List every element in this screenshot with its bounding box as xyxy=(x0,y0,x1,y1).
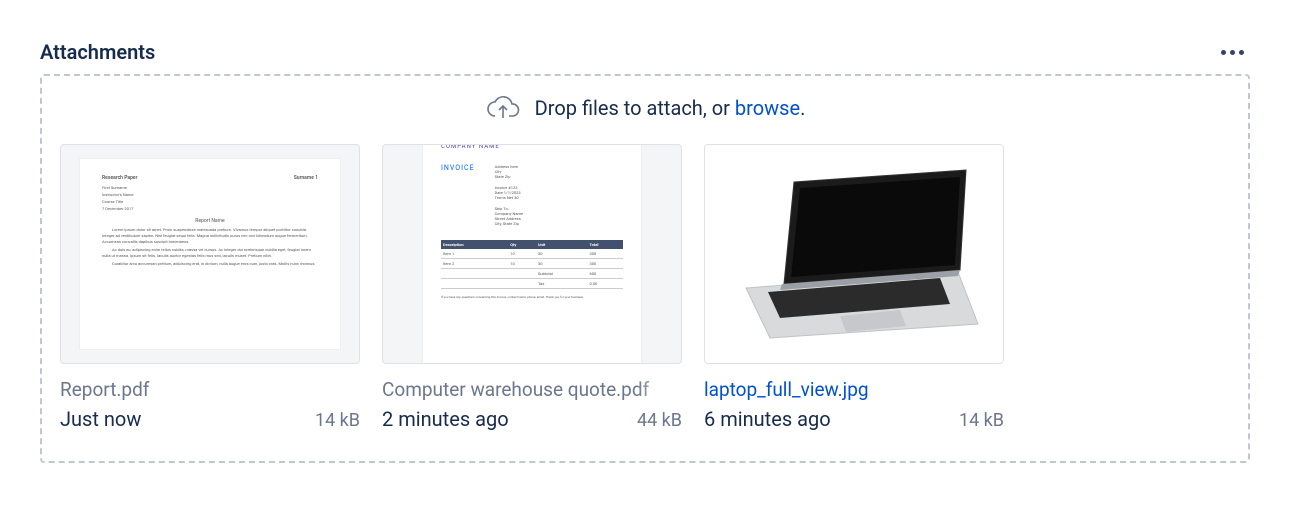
attachment-thumbnail[interactable]: COMPANY NAME INVOICE Address hereCitySta… xyxy=(382,144,682,364)
attachment-thumbnail[interactable] xyxy=(704,144,1004,364)
drop-hint-prefix: Drop files to attach, or xyxy=(535,96,735,120)
more-options-button[interactable] xyxy=(1215,44,1250,61)
attachment-time: Just now xyxy=(60,407,141,431)
attachment-time: 2 minutes ago xyxy=(382,407,509,431)
attachment-filename: Report.pdf xyxy=(60,378,360,401)
attachment-filename: Computer warehouse quote.pdf xyxy=(382,378,682,401)
attachment-thumbnail[interactable]: Research PaperSurname 1 First Surname In… xyxy=(60,144,360,364)
more-dot-icon xyxy=(1239,50,1244,55)
attachment-size: 14 kB xyxy=(959,410,1004,431)
attachment-size: 44 kB xyxy=(637,410,682,431)
attachments-dropzone[interactable]: Drop files to attach, or browse. Researc… xyxy=(40,74,1250,463)
invoice-preview: COMPANY NAME INVOICE Address hereCitySta… xyxy=(422,144,642,364)
attachment-cards: Research PaperSurname 1 First Surname In… xyxy=(60,144,1230,431)
drop-hint-text: Drop files to attach, or browse. xyxy=(535,96,806,120)
section-title: Attachments xyxy=(40,40,155,64)
attachment-card: COMPANY NAME INVOICE Address hereCitySta… xyxy=(382,144,682,431)
attachment-filename[interactable]: laptop_full_view.jpg xyxy=(704,378,1004,401)
attachment-size: 14 kB xyxy=(315,410,360,431)
attachment-card: laptop_full_view.jpg 6 minutes ago 14 kB xyxy=(704,144,1004,431)
laptop-photo-preview xyxy=(705,144,1003,364)
attachment-time: 6 minutes ago xyxy=(704,407,831,431)
more-dot-icon xyxy=(1221,50,1226,55)
document-preview: Research PaperSurname 1 First Surname In… xyxy=(80,159,340,349)
drop-hint: Drop files to attach, or browse. xyxy=(60,94,1230,122)
drop-hint-suffix: . xyxy=(800,96,805,120)
attachment-card: Research PaperSurname 1 First Surname In… xyxy=(60,144,360,431)
cloud-upload-icon xyxy=(485,94,521,122)
browse-link[interactable]: browse xyxy=(735,96,800,120)
more-dot-icon xyxy=(1230,50,1235,55)
